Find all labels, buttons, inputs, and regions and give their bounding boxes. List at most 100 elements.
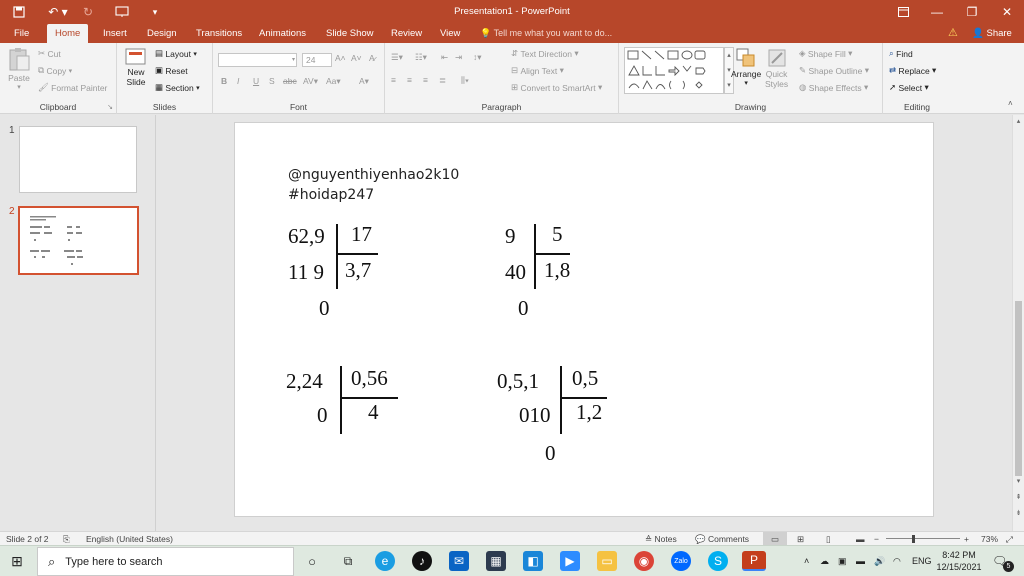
scroll-down-icon[interactable]: ▾ — [1013, 477, 1024, 485]
shape-effects-button[interactable]: ◍ Shape Effects ▾ — [799, 82, 868, 93]
italic-icon[interactable]: I — [237, 76, 239, 86]
bold-icon[interactable]: B — [221, 76, 227, 86]
replace-button[interactable]: ⇄ Replace ▾ — [889, 65, 936, 76]
change-case-icon[interactable]: Aa▾ — [326, 76, 341, 87]
tray-network-icon[interactable]: ☁ — [820, 546, 829, 576]
tab-slide-show[interactable]: Slide Show — [326, 24, 374, 43]
paste-button[interactable]: Paste ▾ — [7, 47, 31, 91]
slide-show-icon[interactable]: ▬ — [856, 532, 865, 546]
shape-fill-button[interactable]: ◈ Shape Fill ▾ — [799, 48, 852, 59]
file-explorer-icon[interactable]: ▭ — [597, 551, 617, 571]
handle-text[interactable]: @nguyenthiyenhao2k10 — [288, 167, 459, 183]
fit-to-window-icon[interactable]: ⤢ — [1006, 532, 1013, 546]
spelling-icon[interactable]: ⎘ — [63, 532, 70, 546]
font-name-dropdown-icon[interactable]: ▾ — [289, 53, 297, 67]
notes-button[interactable]: ≙ Notes — [645, 532, 677, 546]
slide-sorter-icon[interactable]: ⊞ — [797, 532, 804, 546]
quick-styles-button[interactable]: Quick Styles — [765, 47, 788, 89]
clear-formatting-icon[interactable]: A̷ — [369, 53, 375, 63]
align-text-button[interactable]: ⊟ Align Text ▾ — [511, 65, 564, 76]
vertical-scrollbar[interactable]: ▴ ▾ ⇞ ⇟ — [1012, 115, 1024, 531]
zoom-slider[interactable] — [886, 538, 960, 539]
character-spacing-icon[interactable]: AV▾ — [303, 76, 318, 87]
tab-file[interactable]: File — [14, 24, 29, 43]
reset-button[interactable]: ▣ Reset — [155, 65, 188, 76]
layout-button[interactable]: ▤ Layout ▾ — [155, 48, 197, 59]
zoom-slider-thumb[interactable] — [912, 535, 915, 543]
line-spacing-icon[interactable]: ↕▾ — [473, 52, 482, 63]
windows-start-icon[interactable]: ⊞ — [7, 551, 27, 571]
tab-review[interactable]: Review — [391, 24, 422, 43]
scrollbar-thumb[interactable] — [1015, 301, 1022, 476]
increase-font-size-icon[interactable]: A˄ — [335, 53, 346, 63]
numbering-icon[interactable]: ☷▾ — [415, 52, 427, 63]
find-button[interactable]: ⌕ Find — [889, 48, 913, 59]
zoom-in-icon[interactable]: + — [964, 532, 969, 546]
tab-design[interactable]: Design — [147, 24, 177, 43]
tell-me-search[interactable]: 💡 Tell me what you want to do... — [480, 24, 612, 43]
copy-button[interactable]: ⧉ Copy ▾ — [38, 65, 72, 76]
tab-home[interactable]: Home — [47, 24, 89, 43]
zalo-icon[interactable]: Zalo — [671, 551, 691, 571]
cut-button[interactable]: ✂ Cut — [38, 48, 61, 59]
align-center-icon[interactable]: ≡ — [407, 75, 412, 85]
tab-transitions[interactable]: Transitions — [196, 24, 242, 43]
section-button[interactable]: ▦ Section ▾ — [155, 82, 200, 93]
restore-icon[interactable]: ❐ — [955, 0, 989, 24]
format-painter-button[interactable]: 🖌 Format Painter — [38, 82, 107, 93]
language-indicator[interactable]: English (United States) — [86, 532, 173, 546]
tray-wifi-icon[interactable]: ◠ — [893, 546, 901, 576]
scroll-up-icon[interactable]: ▴ — [1013, 117, 1024, 125]
mail-icon[interactable]: ✉ — [449, 551, 469, 571]
clipboard-launcher-icon[interactable]: ↘ — [107, 103, 113, 111]
task-view-icon[interactable]: ⧉ — [338, 551, 358, 571]
decrease-indent-icon[interactable]: ⇤ — [441, 52, 448, 63]
slide-canvas[interactable]: @nguyenthiyenhao2k10 #hoidap247 62,9 17 … — [234, 122, 934, 517]
new-slide-button[interactable]: New Slide — [125, 47, 147, 87]
minimize-icon[interactable]: — — [920, 0, 954, 24]
increase-indent-icon[interactable]: ⇥ — [455, 52, 462, 63]
tray-chevron-icon[interactable]: ˄ — [804, 546, 809, 576]
decrease-font-size-icon[interactable]: A˅ — [351, 53, 362, 63]
shadow-icon[interactable]: S — [269, 76, 275, 86]
cortana-icon[interactable]: ○ — [302, 551, 322, 571]
reading-view-icon[interactable]: ▯ — [826, 532, 831, 546]
shape-outline-button[interactable]: ✎ Shape Outline ▾ — [799, 65, 869, 76]
tray-app-icon[interactable]: ▣ — [838, 546, 847, 576]
columns-icon[interactable]: ⫼▾ — [461, 75, 469, 86]
zoom-icon[interactable]: ▶ — [560, 551, 580, 571]
powerpoint-icon[interactable]: P — [742, 551, 766, 571]
tray-language[interactable]: ENG — [912, 546, 932, 576]
hashtag-text[interactable]: #hoidap247 — [288, 187, 374, 203]
tray-battery-icon[interactable]: ▬ — [856, 546, 865, 576]
taskbar-search-box[interactable]: ⌕ Type here to search — [37, 547, 294, 576]
bullets-icon[interactable]: ☰▾ — [391, 52, 403, 63]
slide-thumbnail-2[interactable] — [18, 206, 139, 275]
text-direction-button[interactable]: ⇵ Text Direction ▾ — [511, 48, 579, 59]
arrange-button[interactable]: Arrange ▾ — [731, 47, 761, 87]
tab-insert[interactable]: Insert — [103, 24, 127, 43]
zoom-level[interactable]: 73% — [981, 532, 998, 546]
tab-view[interactable]: View — [440, 24, 460, 43]
underline-icon[interactable]: U — [253, 76, 259, 86]
ribbon-display-options-icon[interactable] — [886, 0, 920, 24]
store-icon[interactable]: ▦ — [486, 551, 506, 571]
align-left-icon[interactable]: ≡ — [391, 75, 396, 85]
collapse-ribbon-icon[interactable]: ˄ — [1008, 99, 1013, 108]
zoom-out-icon[interactable]: − — [874, 532, 879, 546]
close-icon[interactable]: ✕ — [990, 0, 1024, 24]
shapes-gallery[interactable] — [624, 47, 724, 94]
justify-icon[interactable]: ≣ — [439, 75, 446, 86]
slide-thumbnail-1[interactable] — [19, 126, 137, 193]
tiktok-icon[interactable]: ♪ — [412, 551, 432, 571]
previous-slide-icon[interactable]: ⇞ — [1013, 493, 1024, 501]
next-slide-icon[interactable]: ⇟ — [1013, 509, 1024, 517]
tab-animations[interactable]: Animations — [259, 24, 306, 43]
font-size-input[interactable]: 24 — [302, 53, 332, 67]
normal-view-icon[interactable]: ▭ — [763, 532, 787, 546]
skype-icon[interactable]: S — [708, 551, 728, 571]
edge-icon[interactable]: e — [375, 551, 395, 571]
font-color-icon[interactable]: A▾ — [359, 76, 369, 87]
chrome-icon[interactable]: ◉ — [634, 551, 654, 571]
comments-button[interactable]: 💬 Comments — [695, 532, 749, 546]
